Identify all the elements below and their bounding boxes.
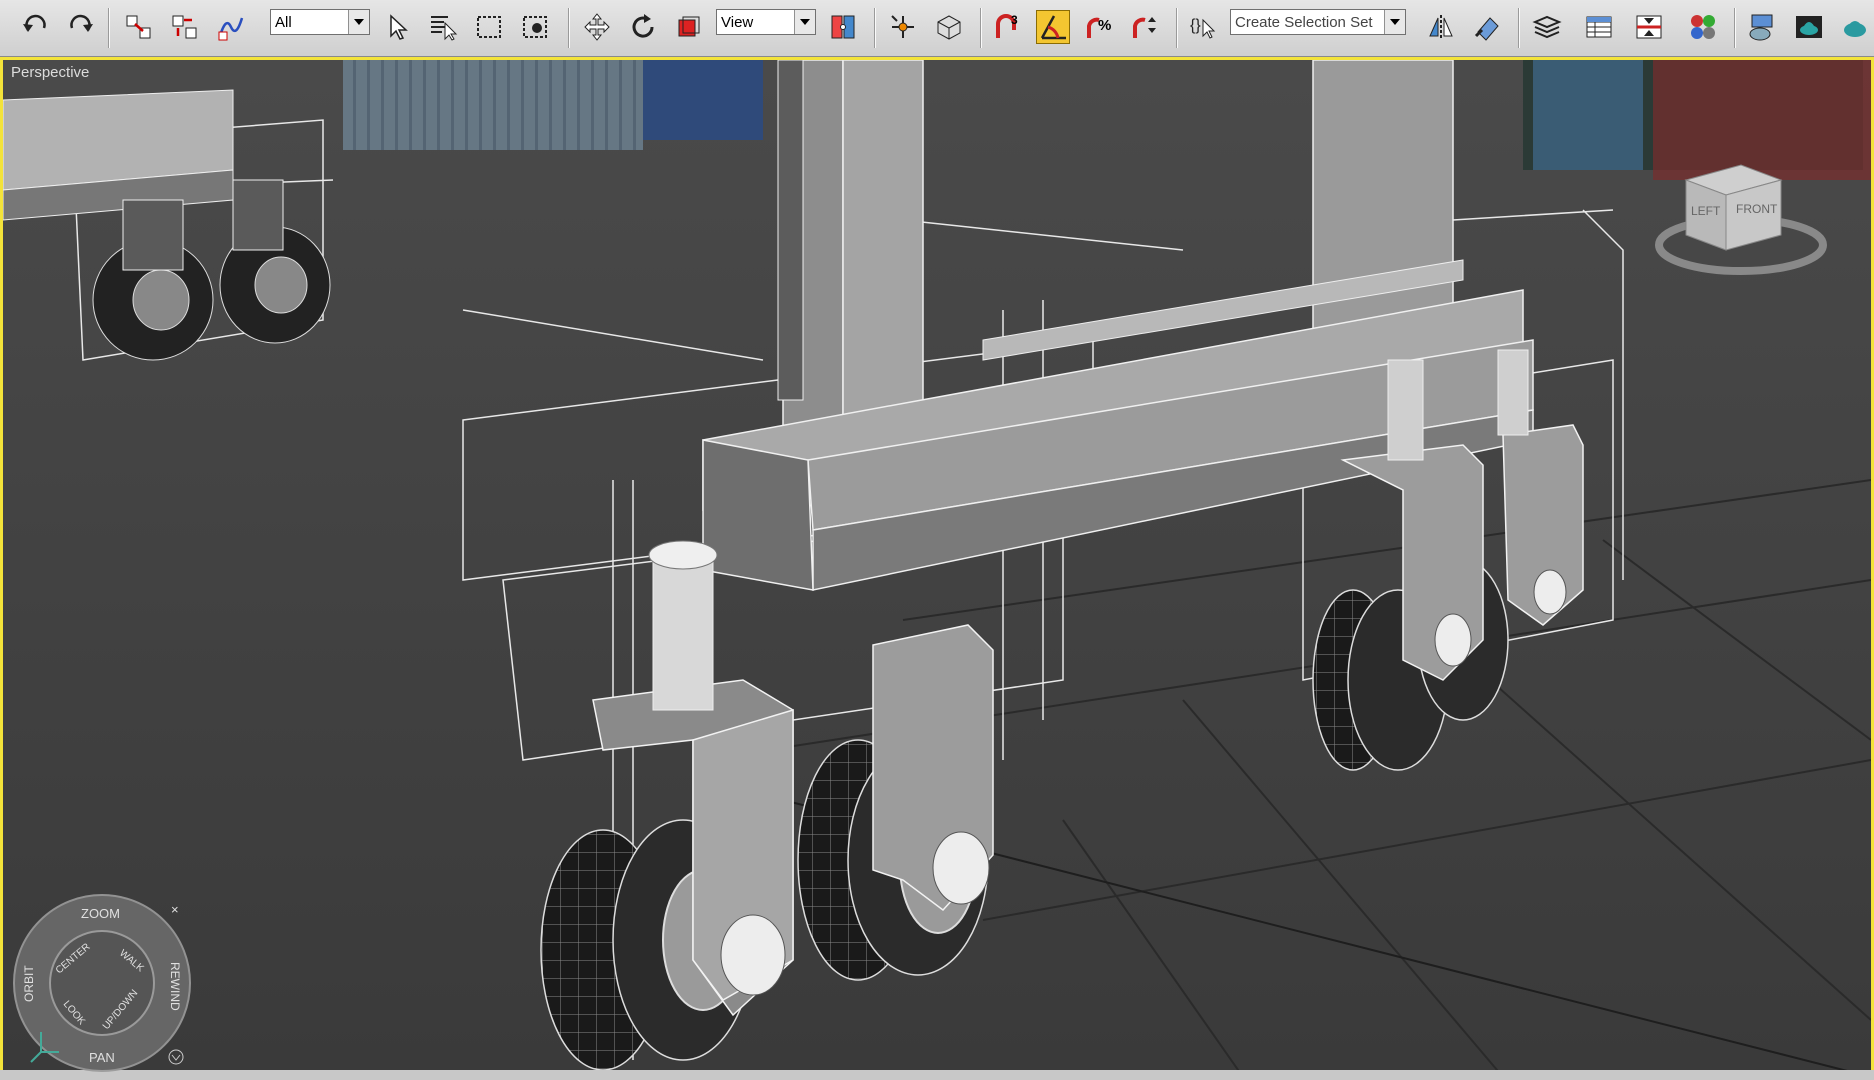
select-by-name-icon[interactable] bbox=[426, 10, 460, 44]
layer-manager-icon[interactable] bbox=[1530, 10, 1564, 44]
render-icon[interactable] bbox=[1838, 10, 1872, 44]
rectangular-region-icon[interactable] bbox=[472, 10, 506, 44]
unlink-icon[interactable] bbox=[168, 10, 202, 44]
svg-text:{}: {} bbox=[1190, 17, 1201, 34]
reference-coordinate-value: View bbox=[721, 13, 754, 31]
close-icon[interactable]: × bbox=[171, 902, 179, 917]
viewcube[interactable]: LEFT FRONT bbox=[1651, 150, 1831, 280]
chevron-down-icon bbox=[794, 10, 815, 34]
schematic-view-icon[interactable] bbox=[1686, 10, 1720, 44]
select-object-icon[interactable] bbox=[380, 10, 414, 44]
perspective-viewport[interactable]: Perspective LEFT FRONT ZOOM PAN ORBIT RE… bbox=[0, 57, 1874, 1080]
percent-snap-icon[interactable]: % bbox=[1082, 10, 1116, 44]
chevron-down-icon bbox=[348, 10, 369, 34]
reference-coordinate-dropdown[interactable]: View bbox=[716, 9, 816, 35]
viewcube-front-label: FRONT bbox=[1736, 202, 1778, 216]
viewport-label[interactable]: Perspective bbox=[11, 64, 89, 81]
chevron-down-icon bbox=[1384, 10, 1405, 34]
wheel-orbit[interactable]: ORBIT bbox=[22, 965, 36, 1002]
wheel-rewind[interactable]: REWIND bbox=[168, 962, 182, 1011]
snaps-toggle-icon[interactable]: 3 bbox=[990, 10, 1024, 44]
keyboard-shortcut-icon[interactable] bbox=[932, 10, 966, 44]
viewcube-left-label: LEFT bbox=[1691, 204, 1721, 218]
edit-named-selection-icon[interactable]: {} bbox=[1186, 10, 1220, 44]
curve-editor-icon[interactable] bbox=[1632, 10, 1666, 44]
bind-space-warp-icon[interactable] bbox=[214, 10, 248, 44]
wheel-pan[interactable]: PAN bbox=[89, 1050, 115, 1065]
rendered-frame-icon[interactable] bbox=[1792, 10, 1826, 44]
use-pivot-icon[interactable] bbox=[826, 10, 860, 44]
align-icon[interactable] bbox=[1470, 10, 1504, 44]
chevron-down-icon[interactable] bbox=[168, 1049, 184, 1065]
angle-snap-icon[interactable] bbox=[1036, 10, 1070, 44]
rotate-icon[interactable] bbox=[626, 10, 660, 44]
select-and-link-icon[interactable] bbox=[122, 10, 156, 44]
mirror-icon[interactable] bbox=[1424, 10, 1458, 44]
viewport-scene bbox=[3, 60, 1871, 1077]
window-crossing-icon[interactable] bbox=[518, 10, 552, 44]
spinner-snap-icon[interactable] bbox=[1128, 10, 1162, 44]
move-icon[interactable] bbox=[580, 10, 614, 44]
selection-filter-value: All bbox=[275, 13, 292, 31]
main-toolbar: All View 3 % {} Create Selection Set bbox=[0, 0, 1874, 57]
redo-icon[interactable] bbox=[64, 10, 98, 44]
svg-text:%: % bbox=[1098, 17, 1111, 34]
named-selection-value: Create Selection Set bbox=[1235, 13, 1373, 31]
material-editor-icon[interactable] bbox=[1744, 10, 1778, 44]
snap-number: 3 bbox=[1011, 13, 1018, 27]
selection-filter-dropdown[interactable]: All bbox=[270, 9, 370, 35]
wheel-zoom[interactable]: ZOOM bbox=[81, 906, 120, 921]
undo-icon[interactable] bbox=[18, 10, 52, 44]
scale-icon[interactable] bbox=[672, 10, 706, 44]
status-bar bbox=[0, 1070, 1874, 1080]
graphite-ribbon-icon[interactable] bbox=[1582, 10, 1616, 44]
named-selection-dropdown[interactable]: Create Selection Set bbox=[1230, 9, 1406, 35]
steering-wheel[interactable]: ZOOM PAN ORBIT REWIND CENTER WALK LOOK U… bbox=[11, 892, 193, 1074]
manipulate-icon[interactable] bbox=[886, 10, 920, 44]
